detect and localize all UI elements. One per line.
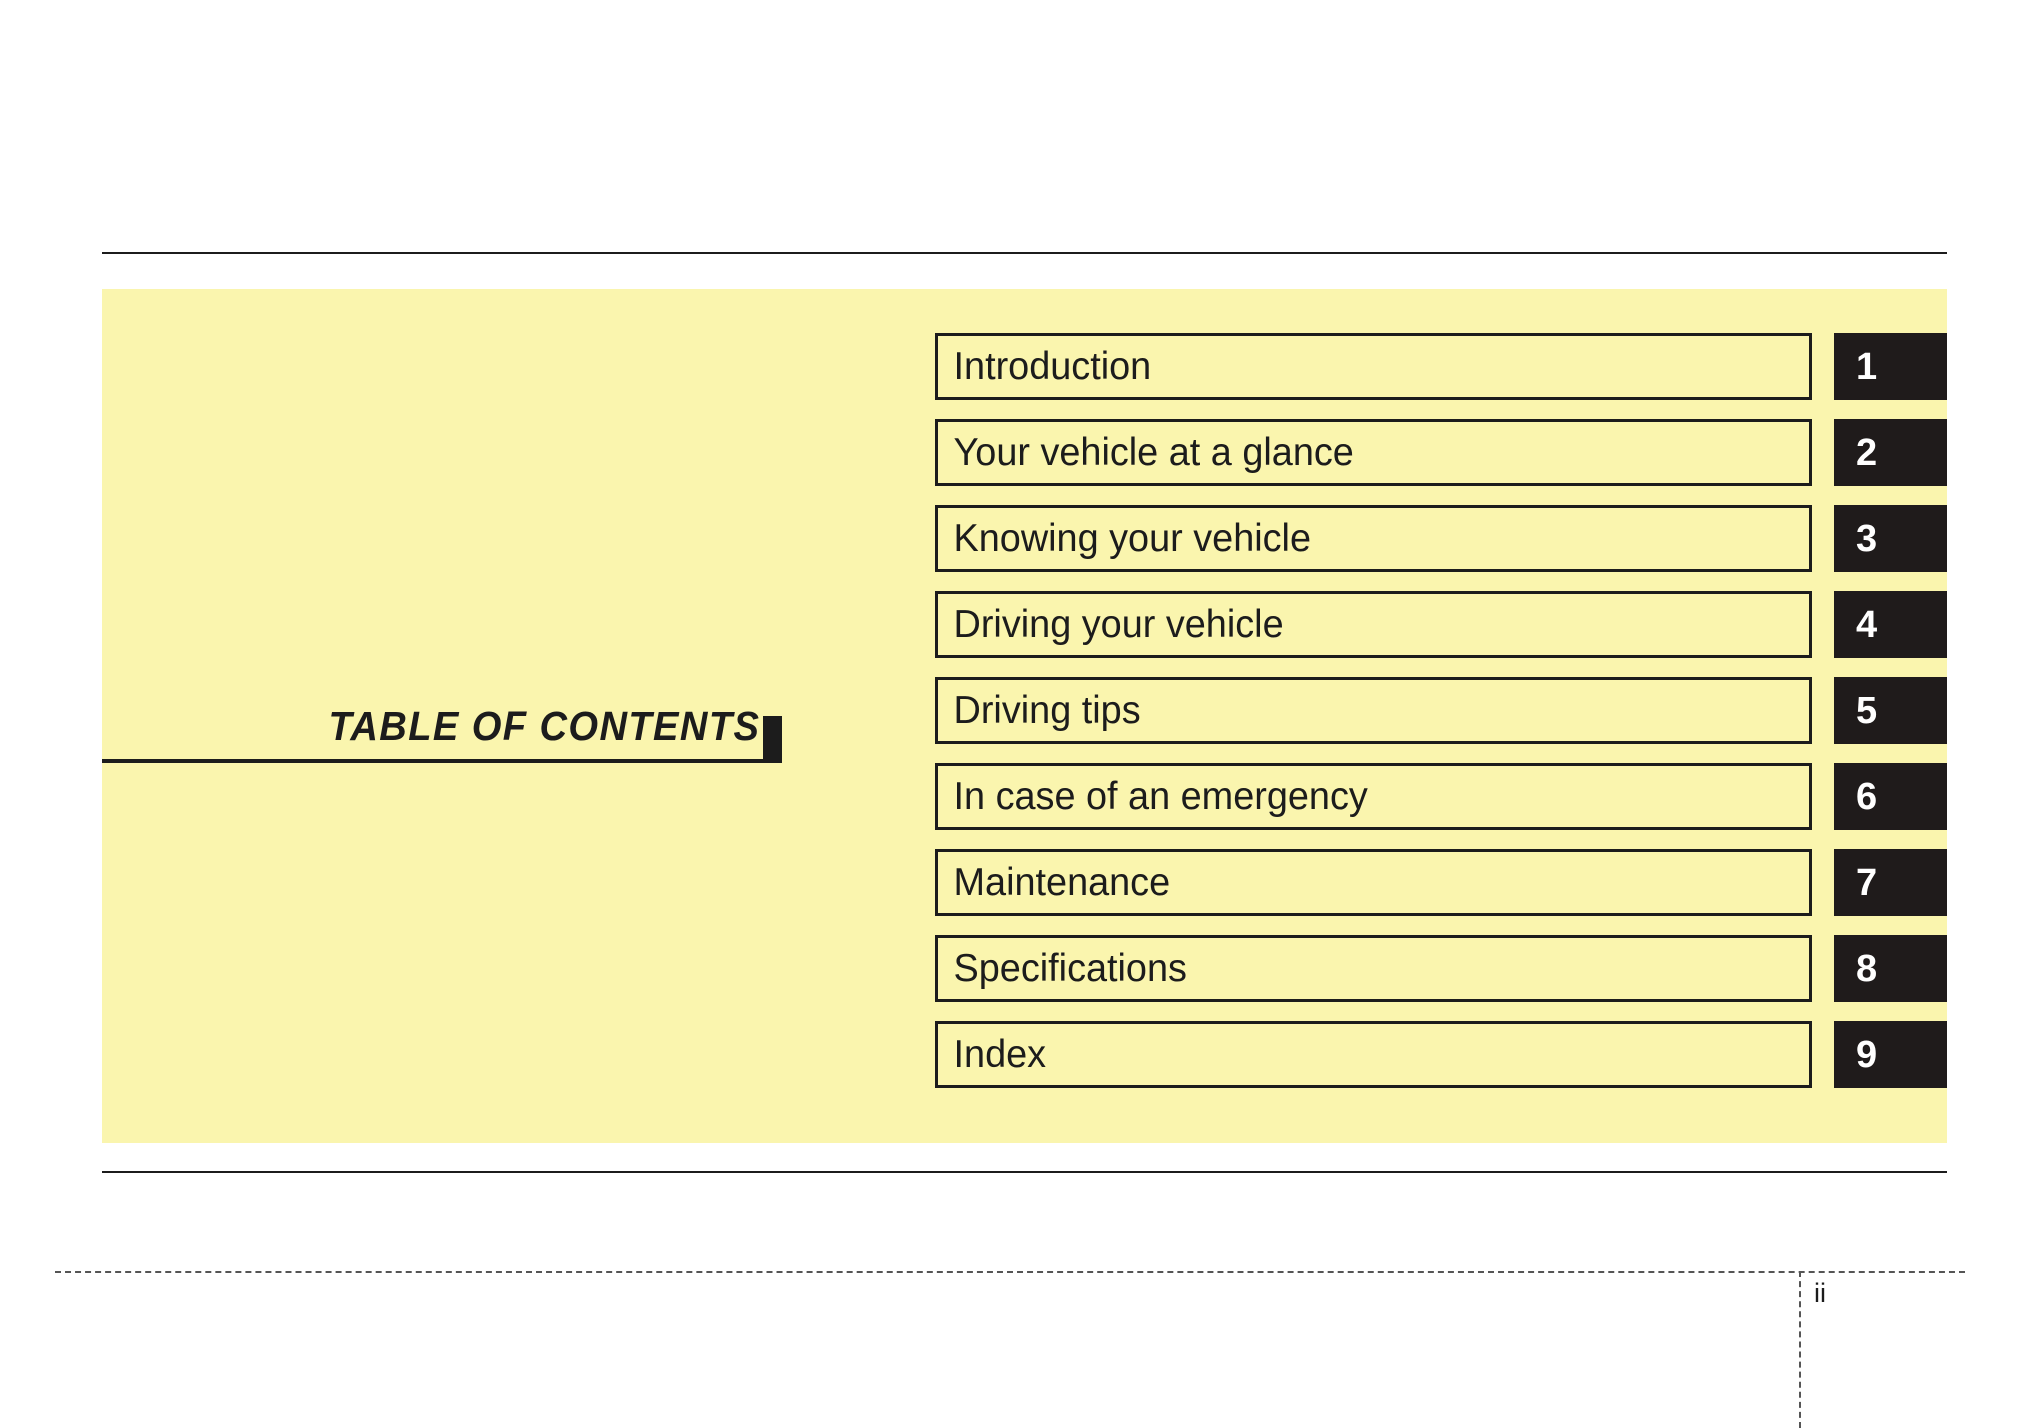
chapter-number: 9 [1856, 1033, 1878, 1076]
toc-entry-4[interactable]: Driving your vehicle [935, 591, 1812, 658]
chapter-tab-6[interactable]: 6 [1834, 763, 1947, 830]
toc-entry-label: Introduction [953, 345, 1152, 388]
toc-row[interactable]: Maintenance 7 [935, 849, 1947, 916]
toc-entry-9[interactable]: Index [935, 1021, 1812, 1088]
contents-panel: TABLE OF CONTENTS Introduction 1 Your vehi… [102, 289, 1947, 1143]
chapter-tab-7[interactable]: 7 [1834, 849, 1947, 916]
chapter-tab-8[interactable]: 8 [1834, 935, 1947, 1002]
page-title: TABLE OF CONTENTS [328, 703, 760, 749]
chapter-number: 4 [1856, 603, 1878, 646]
toc-row[interactable]: Specifications 8 [935, 935, 1947, 1002]
toc-entry-label: Driving tips [953, 689, 1141, 732]
toc-entry-5[interactable]: Driving tips [935, 677, 1812, 744]
chapter-tab-9[interactable]: 9 [1834, 1021, 1947, 1088]
footer-rule [102, 1171, 1947, 1173]
chapter-number: 8 [1856, 947, 1878, 990]
title-marker-block [763, 716, 782, 762]
toc-entry-7[interactable]: Maintenance [935, 849, 1812, 916]
chapter-number: 2 [1856, 431, 1878, 474]
header-rule [102, 252, 1947, 254]
toc-entry-label: Driving your vehicle [953, 603, 1284, 646]
toc-row[interactable]: Knowing your vehicle 3 [935, 505, 1947, 572]
toc-entry-label: Index [953, 1033, 1047, 1076]
toc-entry-label: Specifications [953, 947, 1187, 990]
title-underline [102, 759, 782, 763]
chapter-tab-5[interactable]: 5 [1834, 677, 1947, 744]
chapter-tab-3[interactable]: 3 [1834, 505, 1947, 572]
toc-row[interactable]: Index 9 [935, 1021, 1947, 1088]
toc-row[interactable]: Introduction 1 [935, 333, 1947, 400]
chapter-tab-4[interactable]: 4 [1834, 591, 1947, 658]
crop-mark-horizontal [55, 1271, 1965, 1273]
chapter-number: 1 [1856, 345, 1878, 388]
toc-row[interactable]: Your vehicle at a glance 2 [935, 419, 1947, 486]
toc-entry-label: In case of an emergency [953, 775, 1368, 818]
toc-entry-2[interactable]: Your vehicle at a glance [935, 419, 1812, 486]
toc-row[interactable]: In case of an emergency 6 [935, 763, 1947, 830]
chapter-tab-2[interactable]: 2 [1834, 419, 1947, 486]
table-of-contents-list: Introduction 1 Your vehicle at a glance 2 Kn… [935, 333, 1947, 1088]
toc-row[interactable]: Driving your vehicle 4 [935, 591, 1947, 658]
page-number: ii [1814, 1278, 1826, 1308]
toc-entry-6[interactable]: In case of an emergency [935, 763, 1812, 830]
crop-mark-vertical [1799, 1271, 1801, 1428]
chapter-tab-1[interactable]: 1 [1834, 333, 1947, 400]
toc-row[interactable]: Driving tips 5 [935, 677, 1947, 744]
chapter-number: 6 [1856, 775, 1878, 818]
chapter-number: 7 [1856, 861, 1878, 904]
toc-entry-1[interactable]: Introduction [935, 333, 1812, 400]
chapter-number: 3 [1856, 517, 1878, 560]
chapter-number: 5 [1856, 689, 1878, 732]
toc-entry-label: Maintenance [953, 861, 1171, 904]
toc-entry-label: Knowing your vehicle [953, 517, 1312, 560]
toc-entry-8[interactable]: Specifications [935, 935, 1812, 1002]
toc-entry-3[interactable]: Knowing your vehicle [935, 505, 1812, 572]
toc-entry-label: Your vehicle at a glance [953, 431, 1354, 474]
page-title-block: TABLE OF CONTENTS [102, 693, 782, 763]
